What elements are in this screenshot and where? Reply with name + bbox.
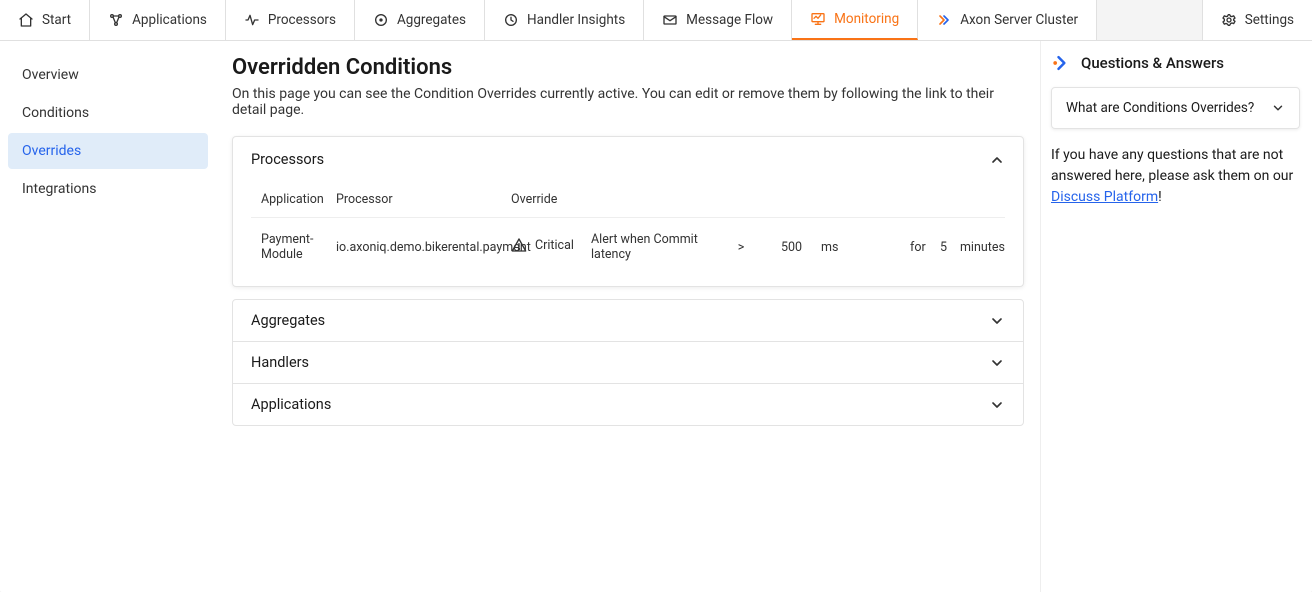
qa-footer-pre: If you have any questions that are not a… xyxy=(1051,147,1293,184)
cell-unit: ms xyxy=(811,218,861,277)
tab-label: Processors xyxy=(268,12,336,28)
tab-axon-cluster[interactable]: Axon Server Cluster xyxy=(918,0,1097,40)
cell-value: 500 xyxy=(771,218,811,277)
axon-icon xyxy=(936,12,952,28)
tab-label: Start xyxy=(42,12,71,28)
tab-settings[interactable]: Settings xyxy=(1202,0,1312,40)
sidebar-item-label: Overrides xyxy=(22,143,81,159)
tab-label: Handler Insights xyxy=(527,12,625,28)
qa-title-label: Questions & Answers xyxy=(1081,54,1224,72)
tab-label: Settings xyxy=(1245,12,1294,28)
qa-footer-post: ! xyxy=(1158,189,1162,205)
content-area: Overridden Conditions On this page you c… xyxy=(216,41,1040,592)
cell-dur-value: 5 xyxy=(930,218,950,277)
qa-footer-link[interactable]: Discuss Platform xyxy=(1051,189,1158,205)
panel-title: Processors xyxy=(251,151,324,168)
panel-title: Aggregates xyxy=(251,312,325,329)
panel-applications-header[interactable]: Applications xyxy=(233,383,1023,425)
chevron-down-icon xyxy=(989,313,1005,329)
sidebar-item-label: Overview xyxy=(22,67,79,83)
qa-item-label: What are Conditions Overrides? xyxy=(1066,100,1254,116)
panel-processors-header[interactable]: Processors xyxy=(233,137,1023,182)
sidebar-item-overrides[interactable]: Overrides xyxy=(8,133,208,169)
tab-label: Applications xyxy=(132,12,207,28)
cell-severity: Critical xyxy=(501,218,581,277)
cell-operator: > xyxy=(711,218,771,277)
panel-handlers-header[interactable]: Handlers xyxy=(233,341,1023,383)
axon-logo-icon xyxy=(1051,53,1071,73)
gear-icon xyxy=(1221,12,1237,28)
tab-aggregates[interactable]: Aggregates xyxy=(355,0,485,40)
table-row[interactable]: Payment-Module io.axoniq.demo.bikerental… xyxy=(251,218,1005,277)
home-icon xyxy=(18,12,34,28)
cell-processor: io.axoniq.demo.bikerental.payment xyxy=(326,218,501,277)
tab-label: Monitoring xyxy=(834,11,899,27)
monitor-icon xyxy=(810,11,826,27)
qa-item-conditions-overrides[interactable]: What are Conditions Overrides? xyxy=(1052,88,1299,128)
panel-processors: Processors xyxy=(232,136,1024,287)
cell-rule: Alert when Commit latency xyxy=(581,218,711,277)
tab-handler-insights[interactable]: Handler Insights xyxy=(485,0,644,40)
severity-label: Critical xyxy=(535,238,574,253)
qa-footer: If you have any questions that are not a… xyxy=(1051,145,1300,208)
chevron-down-icon xyxy=(1271,101,1285,115)
page-title: Overridden Conditions xyxy=(232,55,1024,80)
sidebar-item-conditions[interactable]: Conditions xyxy=(8,95,208,131)
col-processor: Processor xyxy=(326,182,501,218)
chevron-down-icon xyxy=(989,397,1005,413)
panel-aggregates-header[interactable]: Aggregates xyxy=(233,300,1023,341)
qa-sidebar: Questions & Answers What are Conditions … xyxy=(1040,41,1312,592)
tab-processors[interactable]: Processors xyxy=(226,0,355,40)
tab-label: Aggregates xyxy=(397,12,466,28)
target-icon xyxy=(373,12,389,28)
sidebar-item-integrations[interactable]: Integrations xyxy=(8,171,208,207)
cell-application: Payment-Module xyxy=(251,218,326,277)
col-override: Override xyxy=(501,182,1005,218)
cell-dur-unit: minutes xyxy=(950,218,1005,277)
chevron-down-icon xyxy=(989,355,1005,371)
warning-icon xyxy=(511,237,527,253)
topbar-spacer xyxy=(1097,0,1202,40)
cell-dur-prefix: for xyxy=(900,218,930,277)
tab-monitoring[interactable]: Monitoring xyxy=(792,0,918,40)
top-tab-bar: Start Applications Processors Aggregates… xyxy=(0,0,1312,41)
panel-title: Applications xyxy=(251,396,331,413)
pulse-icon xyxy=(244,12,260,28)
nodes-icon xyxy=(108,12,124,28)
mail-icon xyxy=(662,12,678,28)
sidebar-item-label: Integrations xyxy=(22,181,96,197)
col-application: Application xyxy=(251,182,326,218)
sidebar-item-overview[interactable]: Overview xyxy=(8,57,208,93)
sidebar-item-label: Conditions xyxy=(22,105,89,121)
page-subtitle: On this page you can see the Condition O… xyxy=(232,86,1024,118)
chevron-up-icon xyxy=(989,152,1005,168)
tab-label: Axon Server Cluster xyxy=(960,12,1078,28)
qa-accordion: What are Conditions Overrides? xyxy=(1051,87,1300,129)
sidebar: Overview Conditions Overrides Integratio… xyxy=(0,41,216,592)
tab-applications[interactable]: Applications xyxy=(90,0,226,40)
tab-label: Message Flow xyxy=(686,12,773,28)
collapsed-panels: Aggregates Handlers Applications xyxy=(232,299,1024,426)
insight-icon xyxy=(503,12,519,28)
overrides-table: Application Processor Override Payment-M… xyxy=(251,182,1005,276)
panel-title: Handlers xyxy=(251,354,309,371)
tab-start[interactable]: Start xyxy=(0,0,90,40)
tab-message-flow[interactable]: Message Flow xyxy=(644,0,792,40)
